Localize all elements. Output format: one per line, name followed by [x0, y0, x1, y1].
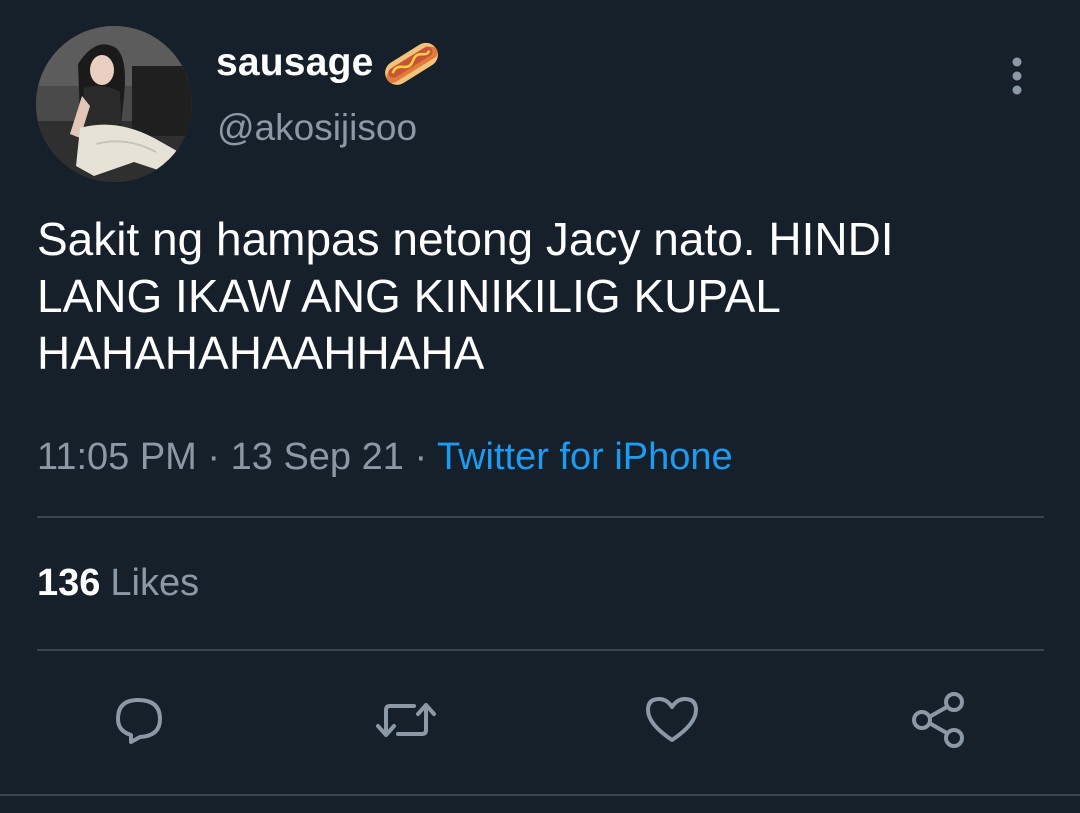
speech-bubble-icon — [116, 698, 162, 744]
tweet-text-line: LANG IKAW ANG KINIKILIG KUPAL — [37, 270, 781, 322]
like-button[interactable] — [640, 688, 704, 752]
tweet-source-link[interactable]: Twitter for iPhone — [437, 436, 733, 478]
tweet-meta: 11:05 PM · 13 Sep 21 · Twitter for iPhon… — [37, 436, 733, 479]
avatar[interactable] — [36, 26, 192, 182]
likes-stat[interactable]: 136 Likes — [37, 562, 199, 605]
share-nodes-icon — [912, 692, 964, 748]
retweet-arrows-icon — [376, 703, 436, 737]
display-name[interactable]: sausage — [216, 41, 374, 85]
tweet-text: Sakit ng hampas netong Jacy nato. HINDI … — [37, 211, 1047, 382]
divider — [37, 649, 1044, 651]
meta-separator: · — [196, 436, 231, 478]
likes-label: Likes — [110, 562, 200, 604]
author-name-row[interactable]: sausage — [216, 38, 442, 88]
meta-separator: · — [403, 436, 437, 478]
reply-button[interactable] — [108, 688, 172, 752]
hot-dog-emoji-icon — [384, 42, 438, 85]
tweet-time[interactable]: 11:05 PM — [37, 436, 197, 478]
tweet-text-line: HAHAHAHAAHHAHA — [37, 327, 485, 379]
profile-photo — [36, 26, 192, 182]
share-button[interactable] — [906, 688, 970, 752]
divider — [37, 516, 1044, 518]
divider — [0, 794, 1080, 796]
tweet-date[interactable]: 13 Sep 21 — [231, 436, 404, 478]
likes-count: 136 — [37, 562, 101, 604]
more-options-icon[interactable] — [1000, 54, 1034, 98]
heart-icon — [646, 697, 698, 742]
retweet-button[interactable] — [374, 688, 438, 752]
author-handle[interactable]: @akosijisoo — [217, 107, 417, 149]
tweet-text-line: Sakit ng hampas netong Jacy nato. HINDI — [37, 213, 894, 265]
